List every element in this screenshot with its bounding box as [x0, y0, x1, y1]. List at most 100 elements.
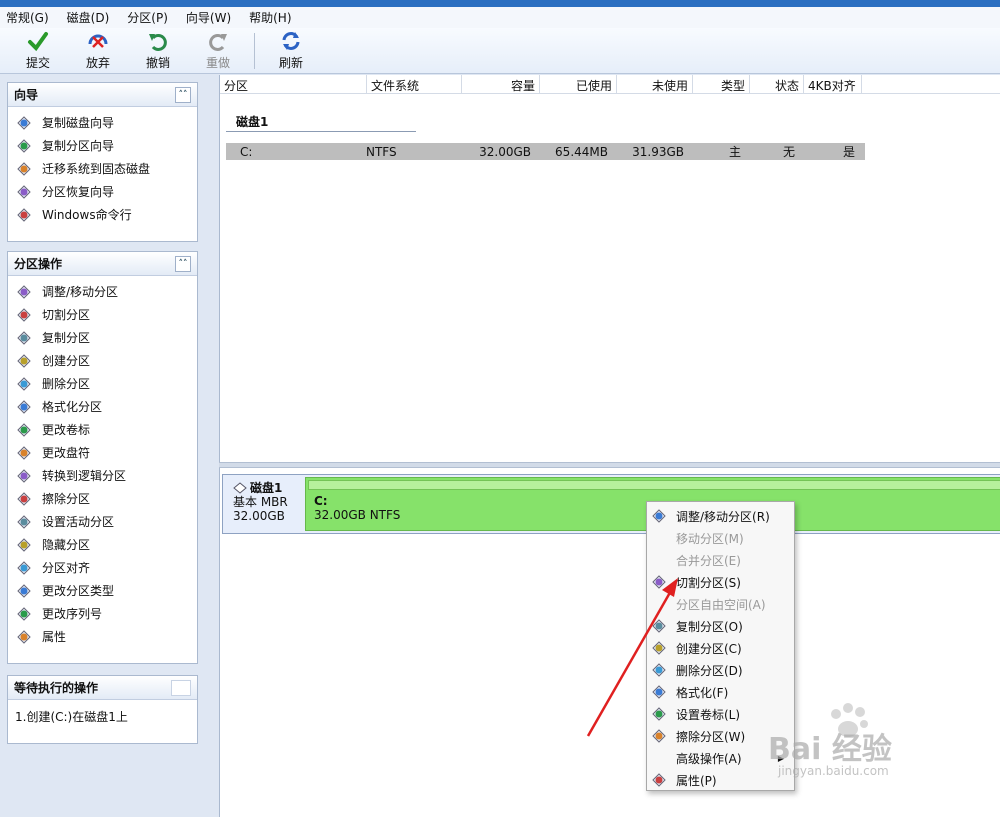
wizard-list: 复制磁盘向导复制分区向导迁移系统到固态磁盘 分区恢复向导 Windows命令行: [8, 107, 197, 226]
partition-op-item[interactable]: 创建分区: [16, 349, 197, 372]
redo-label: 重做: [205, 56, 230, 70]
partition-op-item[interactable]: 转换到逻辑分区: [16, 464, 197, 487]
info-icon: [16, 629, 32, 645]
collapse-up-icon[interactable]: ˄˄: [175, 255, 191, 272]
partition-ops-panel-header[interactable]: 分区操作 ˄˄: [8, 252, 197, 276]
disk-map-row[interactable]: 磁盘1 基本 MBR 32.00GB C: 32.00GB NTFS: [222, 474, 1000, 534]
format-icon: [16, 399, 32, 415]
menu-disk[interactable]: 磁盘(D): [67, 9, 110, 26]
wizard-item-label: 复制分区向导: [42, 139, 115, 153]
partition-op-item[interactable]: 复制分区: [16, 326, 197, 349]
context-menu-label: 调整/移动分区(R): [676, 509, 770, 524]
partition-ops-panel: 分区操作 ˄˄ 调整/移动分区切割分区 复制分区 创建分区 删除分区 格式化分区更改卷标…: [7, 251, 198, 664]
context-menu-label: 创建分区(C): [676, 641, 742, 656]
partition-op-item[interactable]: 分区对齐: [16, 556, 197, 579]
partition-ops-list: 调整/移动分区切割分区 复制分区 创建分区 删除分区 格式化分区更改卷标更改盘符转换到逻…: [8, 276, 197, 648]
wizard-item[interactable]: 复制分区向导: [16, 134, 197, 157]
commit-button[interactable]: 提交: [8, 29, 68, 73]
partition-bar-info: 32.00GB NTFS: [314, 508, 401, 522]
undo-icon: [149, 34, 167, 51]
watermark-text: Bai 经验: [768, 732, 892, 767]
col-capacity[interactable]: 容量: [462, 75, 540, 94]
info-icon: [651, 772, 667, 788]
refresh-label: 刷新: [278, 56, 303, 70]
menu-wizard[interactable]: 向导(W): [186, 9, 231, 26]
wizard-item-label: Windows命令行: [42, 208, 132, 222]
partition-op-item[interactable]: 更改序列号: [16, 602, 197, 625]
refresh-button[interactable]: 刷新: [261, 29, 321, 73]
cell-type: 主: [728, 145, 741, 159]
col-unused[interactable]: 未使用: [617, 75, 693, 94]
label-icon: [16, 422, 32, 438]
convert-icon: [16, 468, 32, 484]
delete-icon: [651, 662, 667, 678]
discard-button[interactable]: 放弃: [68, 29, 128, 73]
collapse-up-icon[interactable]: ˄˄: [175, 86, 191, 103]
table-row[interactable]: C: NTFS 32.00GB 65.44MB 31.93GB 主 无 是: [226, 143, 865, 160]
col-used[interactable]: 已使用: [540, 75, 617, 94]
collapse-toggle[interactable]: [171, 679, 191, 696]
col-filesystem[interactable]: 文件系统: [367, 75, 462, 94]
wizard-item[interactable]: 迁移系统到固态磁盘: [16, 157, 197, 180]
blank-icon: [651, 530, 667, 546]
partition-op-label: 调整/移动分区: [42, 285, 119, 299]
cell-status: 无: [782, 145, 795, 159]
context-menu-item: 分区自由空间(A): [647, 593, 794, 615]
disk-size: 32.00GB: [233, 509, 285, 523]
drive-letter-icon: [16, 445, 32, 461]
menu-help[interactable]: 帮助(H): [249, 9, 291, 26]
partition-op-item[interactable]: 隐藏分区: [16, 533, 197, 556]
wizard-panel: 向导 ˄˄ 复制磁盘向导复制分区向导迁移系统到固态磁盘 分区恢复向导 Windows…: [7, 82, 198, 242]
context-menu-item[interactable]: 删除分区(D): [647, 659, 794, 681]
active-icon: [16, 514, 32, 530]
pending-op-item: 1.创建(C:)在磁盘1上: [15, 710, 128, 724]
disk-name: 磁盘1: [250, 481, 283, 495]
col-type[interactable]: 类型: [693, 75, 750, 94]
wizard-item[interactable]: 分区恢复向导: [16, 180, 197, 203]
partition-op-item[interactable]: 格式化分区: [16, 395, 197, 418]
partition-op-item[interactable]: 设置活动分区: [16, 510, 197, 533]
partition-op-label: 设置活动分区: [42, 515, 115, 529]
col-partition[interactable]: 分区: [220, 75, 367, 94]
partition-bar-label: C:: [314, 494, 328, 508]
partition-op-item[interactable]: 更改盘符: [16, 441, 197, 464]
cell-partition: C:: [240, 144, 253, 159]
col-status[interactable]: 状态: [750, 75, 804, 94]
menu-general[interactable]: 常规(G): [6, 9, 49, 26]
wizard-item[interactable]: 复制磁盘向导: [16, 111, 197, 134]
check-icon: [28, 32, 48, 52]
watermark-url: jingyan.baidu.com: [778, 764, 889, 778]
partition-op-item[interactable]: 属性: [16, 625, 197, 648]
disk-type: 基本 MBR: [233, 495, 288, 509]
cell-unused: 31.93GB: [632, 144, 684, 159]
context-menu-item[interactable]: 创建分区(C): [647, 637, 794, 659]
undo-button[interactable]: 撤销: [128, 29, 188, 73]
wipe-icon: [16, 491, 32, 507]
partition-op-item[interactable]: 调整/移动分区: [16, 280, 197, 303]
partition-op-label: 转换到逻辑分区: [42, 469, 127, 483]
context-menu-item[interactable]: 复制分区(O): [647, 615, 794, 637]
partition-op-item[interactable]: 更改分区类型: [16, 579, 197, 602]
context-menu-item: 合并分区(E): [647, 549, 794, 571]
format-icon: [651, 684, 667, 700]
partition-op-label: 更改盘符: [42, 446, 91, 460]
partition-op-label: 更改卷标: [42, 423, 91, 437]
copy-icon: [651, 618, 667, 634]
partition-op-item[interactable]: 擦除分区: [16, 487, 197, 510]
partition-op-item[interactable]: 更改卷标: [16, 418, 197, 441]
pending-ops-panel-header[interactable]: 等待执行的操作: [8, 676, 197, 700]
menu-partition[interactable]: 分区(P): [127, 9, 168, 26]
partition-op-item[interactable]: 删除分区: [16, 372, 197, 395]
create-icon: [651, 640, 667, 656]
label-icon: [651, 706, 667, 722]
context-menu-label: 删除分区(D): [676, 663, 743, 678]
col-4k-aligned[interactable]: 4KB对齐: [804, 75, 862, 94]
context-menu-item[interactable]: 切割分区(S): [647, 571, 794, 593]
context-menu-label: 高级操作(A): [676, 751, 742, 766]
redo-button[interactable]: 重做: [188, 29, 248, 73]
context-menu-item[interactable]: 调整/移动分区(R): [647, 505, 794, 527]
partition-op-item[interactable]: 切割分区: [16, 303, 197, 326]
delete-icon: [16, 376, 32, 392]
wizard-item[interactable]: Windows命令行: [16, 203, 197, 226]
wizard-panel-header[interactable]: 向导 ˄˄: [8, 83, 197, 107]
